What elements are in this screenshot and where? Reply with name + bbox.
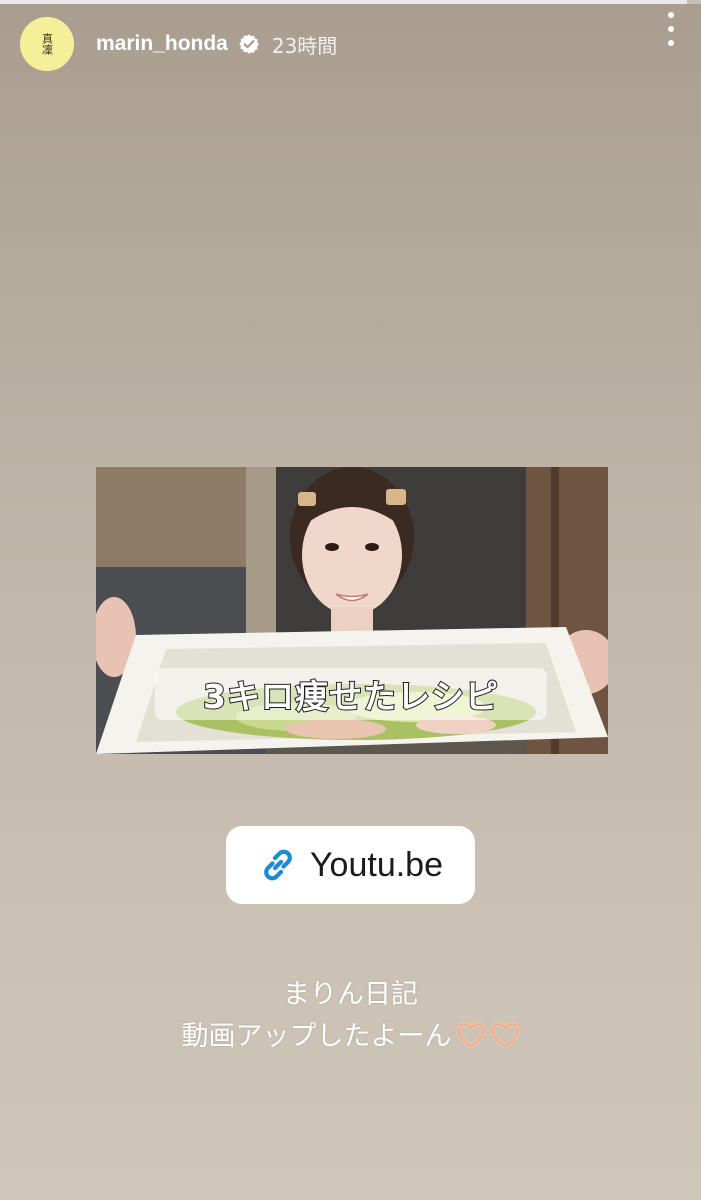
- timestamp: 23時間: [271, 33, 338, 58]
- more-vertical-icon[interactable]: [659, 12, 683, 46]
- avatar-text: 真凜: [40, 33, 54, 55]
- avatar[interactable]: 真凜: [20, 17, 74, 71]
- link-sticker[interactable]: Youtu.be: [226, 826, 475, 904]
- heart-hands-icon: [489, 1022, 520, 1048]
- story-progress-fill: [0, 0, 687, 4]
- story-viewer[interactable]: 真凜 marin_honda 23時間 3キロ痩せたレシピ Youtu.be ま…: [0, 0, 701, 1200]
- story-caption-line1: まりん日記: [283, 979, 418, 1010]
- link-icon: [264, 849, 292, 881]
- caption-text: 動画アップしたよーん: [181, 1021, 452, 1052]
- story-caption-line2: 動画アップしたよーん: [0, 1014, 701, 1053]
- verified-badge-icon: [239, 34, 259, 54]
- link-label: Youtu.be: [310, 845, 443, 884]
- thumbnail-caption: 3キロ痩せたレシピ: [155, 668, 547, 720]
- username[interactable]: marin_honda: [96, 32, 228, 56]
- story-header: 真凜 marin_honda 23時間: [20, 16, 681, 72]
- story-progress-bar: [0, 0, 701, 4]
- heart-hands-icon: [455, 1022, 486, 1048]
